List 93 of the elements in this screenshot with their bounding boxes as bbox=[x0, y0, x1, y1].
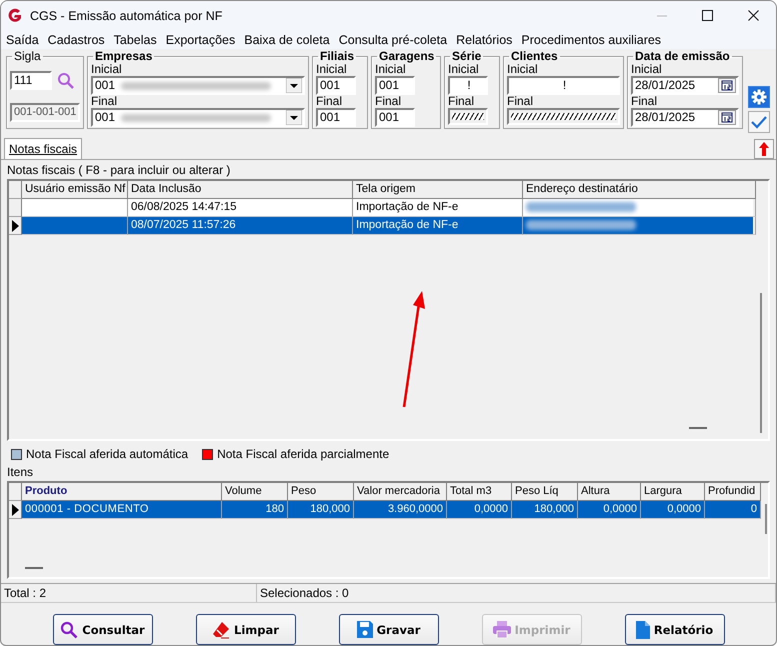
row-pointer-icon bbox=[12, 220, 18, 232]
field-label: Final bbox=[316, 95, 344, 108]
input-field: 001-001-001 bbox=[10, 103, 80, 122]
table-cell: 180,000 bbox=[288, 501, 354, 519]
document-icon bbox=[636, 620, 650, 638]
table-cell: 3.960,0000 bbox=[354, 501, 447, 519]
date-field[interactable]: 28/01/2025 bbox=[631, 76, 739, 95]
calendar-icon bbox=[718, 78, 736, 93]
caret-icon bbox=[286, 78, 302, 93]
input-field[interactable] bbox=[507, 108, 620, 125]
table-cell: 0 bbox=[705, 501, 761, 519]
field-label: Final bbox=[375, 95, 402, 108]
gear-icon bbox=[751, 89, 767, 105]
printer-icon bbox=[492, 621, 511, 638]
table-cell: Importação de NF-e bbox=[353, 217, 523, 235]
legend-label: Nota Fiscal aferida parcialmente bbox=[217, 447, 390, 461]
input-field[interactable]: 001 bbox=[316, 76, 356, 95]
field-label: Final bbox=[631, 95, 658, 108]
check-icon bbox=[751, 115, 767, 129]
up-arrow-icon bbox=[759, 142, 769, 156]
table-cell: 000001 - DOCUMENTO bbox=[22, 501, 222, 519]
input-field[interactable] bbox=[448, 108, 488, 125]
search-icon bbox=[60, 620, 78, 638]
input-field[interactable]: ! bbox=[507, 76, 620, 95]
field-label: Inicial bbox=[375, 63, 406, 76]
table-cell: 0,0000 bbox=[578, 501, 641, 519]
field-label: Final bbox=[507, 95, 534, 108]
scrollbar-thumb[interactable] bbox=[25, 567, 43, 569]
search-icon bbox=[57, 72, 75, 90]
scrollbar-thumb[interactable] bbox=[689, 427, 707, 429]
field-value: 001 bbox=[95, 110, 116, 125]
row-pointer-icon bbox=[12, 504, 18, 516]
menu-item[interactable]: Consulta pré-coleta bbox=[334, 32, 452, 46]
group-title: Garagens bbox=[379, 49, 434, 63]
close-icon bbox=[748, 10, 759, 21]
minimize-icon bbox=[657, 14, 667, 16]
grid-caption: Notas fiscais ( F8 - para incluir ou alterar ) bbox=[7, 163, 232, 179]
table-cell: 180 bbox=[222, 501, 288, 519]
input-field[interactable]: 001 bbox=[375, 76, 415, 95]
field-label: Inicial bbox=[631, 63, 663, 76]
maximize-icon bbox=[702, 10, 713, 21]
table-cell: 0,0000 bbox=[641, 501, 705, 519]
dropdown-field[interactable]: 001 bbox=[91, 108, 305, 127]
settings-button[interactable] bbox=[748, 86, 770, 108]
caret-icon bbox=[286, 110, 302, 125]
field-label: Inicial bbox=[507, 63, 539, 76]
dropdown-field[interactable]: 001 bbox=[91, 76, 305, 95]
field-label: Inicial bbox=[316, 63, 348, 76]
action-button[interactable]: Limpar bbox=[196, 614, 296, 645]
group-title: Filiais bbox=[320, 49, 354, 63]
field-label: Inicial bbox=[91, 63, 122, 76]
window-title: CGS - Emissão automática por NF bbox=[30, 8, 224, 22]
app-logo-icon bbox=[7, 8, 23, 24]
status-text: Selecionados : 0 bbox=[257, 584, 776, 602]
legend-label: Nota Fiscal aferida automática bbox=[26, 447, 188, 461]
table-cell: 180,000 bbox=[512, 501, 578, 519]
menu-item[interactable]: Exportações bbox=[162, 32, 240, 46]
grid-caption: Itens bbox=[7, 465, 34, 481]
field-value: 28/01/2025 bbox=[635, 110, 696, 125]
date-field[interactable]: 28/01/2025 bbox=[631, 108, 739, 127]
menu-item[interactable]: Tabelas bbox=[110, 32, 162, 46]
confirm-button[interactable] bbox=[748, 111, 770, 133]
group-title: Série bbox=[452, 49, 482, 63]
menu-item[interactable]: Procedimentos auxiliares bbox=[517, 32, 666, 46]
group-title: Sigla bbox=[14, 49, 41, 63]
group-title: Empresas bbox=[95, 49, 152, 63]
eraser-icon bbox=[212, 620, 230, 638]
status-text: Total : 2 bbox=[1, 584, 257, 602]
menu-item[interactable]: Baixa de coleta bbox=[240, 32, 335, 46]
table-cell: 08/07/2025 11:57:26 bbox=[128, 217, 353, 235]
scrollbar-thumb[interactable] bbox=[760, 293, 762, 433]
input-field[interactable]: 111 bbox=[10, 71, 52, 90]
input-field[interactable]: 001 bbox=[316, 108, 356, 127]
field-value: 001 bbox=[95, 78, 116, 93]
menu-item[interactable]: Relatórios bbox=[452, 32, 518, 46]
calendar-icon bbox=[718, 110, 736, 125]
input-field[interactable]: ! bbox=[448, 76, 488, 95]
action-button[interactable]: Consultar bbox=[52, 614, 152, 645]
tab[interactable]: Notas fiscais bbox=[4, 138, 82, 159]
scrollbar-thumb[interactable] bbox=[765, 504, 767, 534]
action-button[interactable]: Relatório bbox=[624, 614, 724, 645]
field-label: Final bbox=[91, 95, 118, 108]
group-title: Data de emissão bbox=[635, 49, 730, 63]
table-cell: 0,0000 bbox=[447, 501, 512, 519]
field-value: 28/01/2025 bbox=[635, 78, 696, 93]
field-label: Inicial bbox=[448, 63, 480, 76]
field-label: Final bbox=[448, 95, 476, 108]
action-button[interactable]: Gravar bbox=[338, 614, 438, 645]
menu-item[interactable]: Saída bbox=[2, 32, 44, 46]
move-up-button[interactable] bbox=[754, 139, 774, 159]
group-title: Clientes bbox=[511, 49, 558, 63]
menu-item[interactable]: Cadastros bbox=[44, 32, 110, 46]
input-field[interactable]: 001 bbox=[375, 108, 415, 127]
